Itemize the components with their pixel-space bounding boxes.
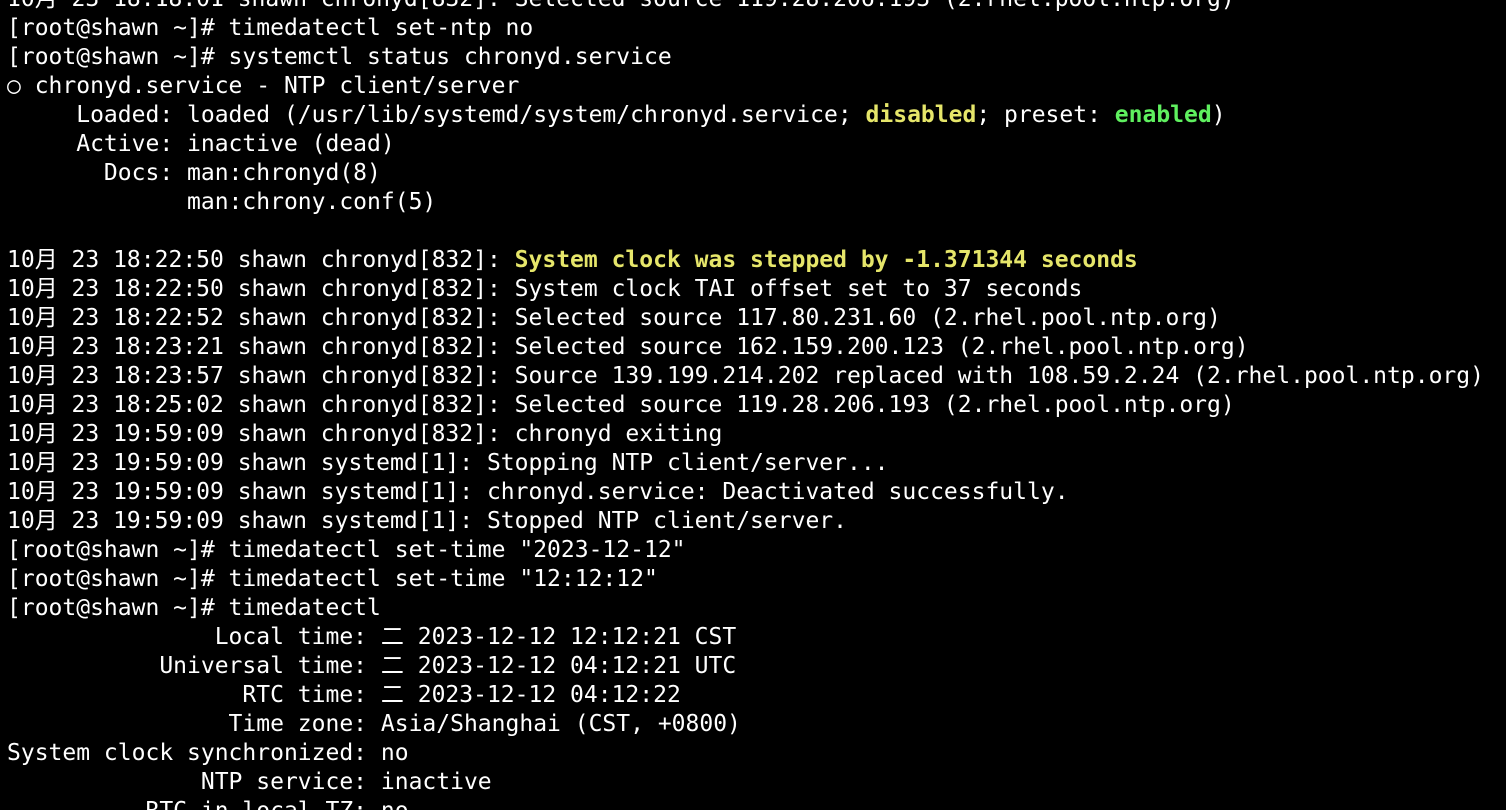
terminal-text: 10月 23 18:18:01 shawn chronyd[832]: Sele… <box>7 0 1235 12</box>
terminal-line: RTC in local TZ: no <box>7 797 1506 810</box>
terminal-line: 10月 23 19:59:09 shawn systemd[1]: Stoppi… <box>7 449 1506 478</box>
terminal-text: NTP service: inactive <box>7 769 492 795</box>
terminal-text: RTC time: 二 2023-12-12 04:12:22 <box>7 682 681 708</box>
terminal-line: [root@shawn ~]# timedatectl set-ntp no <box>7 14 1506 43</box>
terminal-text: [root@shawn ~]# timedatectl <box>7 595 381 621</box>
terminal-line: 10月 23 19:59:09 shawn chronyd[832]: chro… <box>7 420 1506 449</box>
terminal-text: 10月 23 18:22:50 shawn chronyd[832]: <box>7 247 515 273</box>
terminal-line: man:chrony.conf(5) <box>7 188 1506 217</box>
terminal-line: 10月 23 18:23:21 shawn chronyd[832]: Sele… <box>7 333 1506 362</box>
terminal-text: 10月 23 19:59:09 shawn systemd[1]: chrony… <box>7 479 1069 505</box>
terminal-line: [root@shawn ~]# timedatectl <box>7 594 1506 623</box>
terminal-text: 10月 23 18:23:57 shawn chronyd[832]: Sour… <box>7 363 1484 389</box>
terminal-text: ; preset: <box>976 102 1115 128</box>
terminal-text: [root@shawn ~]# timedatectl set-time "12… <box>7 566 658 592</box>
terminal-text: [root@shawn ~]# systemctl status chronyd… <box>7 44 672 70</box>
terminal-text: 10月 23 18:22:52 shawn chronyd[832]: Sele… <box>7 305 1221 331</box>
terminal-line: 10月 23 19:59:09 shawn systemd[1]: chrony… <box>7 478 1506 507</box>
terminal-line: ○ chronyd.service - NTP client/server <box>7 72 1506 101</box>
terminal-text: ) <box>1211 102 1226 128</box>
terminal-line: [root@shawn ~]# timedatectl set-time "12… <box>7 565 1506 594</box>
highlight-text-yellow: System clock was stepped by -1.371344 se… <box>514 247 1138 273</box>
terminal-text: 10月 23 18:22:50 shawn chronyd[832]: Syst… <box>7 276 1083 302</box>
terminal-line: Active: inactive (dead) <box>7 130 1506 159</box>
terminal-text: RTC in local TZ: no <box>7 798 408 810</box>
terminal-text: Loaded: loaded (/usr/lib/systemd/system/… <box>7 102 866 128</box>
terminal-line: 10月 23 18:18:01 shawn chronyd[832]: Sele… <box>7 0 1506 14</box>
terminal-text: 10月 23 19:59:09 shawn systemd[1]: Stoppe… <box>7 508 847 534</box>
terminal-line: 10月 23 19:59:09 shawn systemd[1]: Stoppe… <box>7 507 1506 536</box>
terminal-line: Time zone: Asia/Shanghai (CST, +0800) <box>7 710 1506 739</box>
terminal-text: 10月 23 18:23:21 shawn chronyd[832]: Sele… <box>7 334 1249 360</box>
terminal-text: Local time: 二 2023-12-12 12:12:21 CST <box>7 624 737 650</box>
terminal-line: [root@shawn ~]# timedatectl set-time "20… <box>7 536 1506 565</box>
terminal-text: man:chrony.conf(5) <box>7 189 437 215</box>
highlight-text-green: enabled <box>1114 102 1212 128</box>
terminal-line: 10月 23 18:23:57 shawn chronyd[832]: Sour… <box>7 362 1506 391</box>
terminal-line: 10月 23 18:22:52 shawn chronyd[832]: Sele… <box>7 304 1506 333</box>
terminal-line: 10月 23 18:22:50 shawn chronyd[832]: Syst… <box>7 275 1506 304</box>
terminal-output: 10月 23 18:18:01 shawn chronyd[832]: Sele… <box>7 0 1506 810</box>
terminal-text: 10月 23 19:59:09 shawn systemd[1]: Stoppi… <box>7 450 889 476</box>
terminal-text: Docs: man:chronyd(8) <box>7 160 381 186</box>
terminal-text: [root@shawn ~]# timedatectl set-time "20… <box>7 537 686 563</box>
terminal-text: 10月 23 18:25:02 shawn chronyd[832]: Sele… <box>7 392 1235 418</box>
terminal-text: 10月 23 19:59:09 shawn chronyd[832]: chro… <box>7 421 723 447</box>
terminal-text: [root@shawn ~]# timedatectl set-ntp no <box>7 15 534 41</box>
terminal-line: 10月 23 18:25:02 shawn chronyd[832]: Sele… <box>7 391 1506 420</box>
terminal-line: Loaded: loaded (/usr/lib/systemd/system/… <box>7 101 1506 130</box>
terminal-text: ○ chronyd.service - NTP client/server <box>7 73 520 99</box>
terminal-text: Time zone: Asia/Shanghai (CST, +0800) <box>7 711 741 737</box>
highlight-text-yellow: disabled <box>865 102 977 128</box>
terminal-line: System clock synchronized: no <box>7 739 1506 768</box>
terminal-line: Universal time: 二 2023-12-12 04:12:21 UT… <box>7 652 1506 681</box>
terminal-line: [root@shawn ~]# systemctl status chronyd… <box>7 43 1506 72</box>
terminal-text: System clock synchronized: no <box>7 740 409 766</box>
terminal-line: 10月 23 18:22:50 shawn chronyd[832]: Syst… <box>7 246 1506 275</box>
terminal-line: RTC time: 二 2023-12-12 04:12:22 <box>7 681 1506 710</box>
terminal-line: NTP service: inactive <box>7 768 1506 797</box>
terminal-text: Active: inactive (dead) <box>7 131 395 157</box>
terminal-line: Local time: 二 2023-12-12 12:12:21 CST <box>7 623 1506 652</box>
terminal-text: Universal time: 二 2023-12-12 04:12:21 UT… <box>7 653 737 679</box>
terminal-window[interactable]: 10月 23 18:18:01 shawn chronyd[832]: Sele… <box>0 0 1506 810</box>
terminal-line: Docs: man:chronyd(8) <box>7 159 1506 188</box>
